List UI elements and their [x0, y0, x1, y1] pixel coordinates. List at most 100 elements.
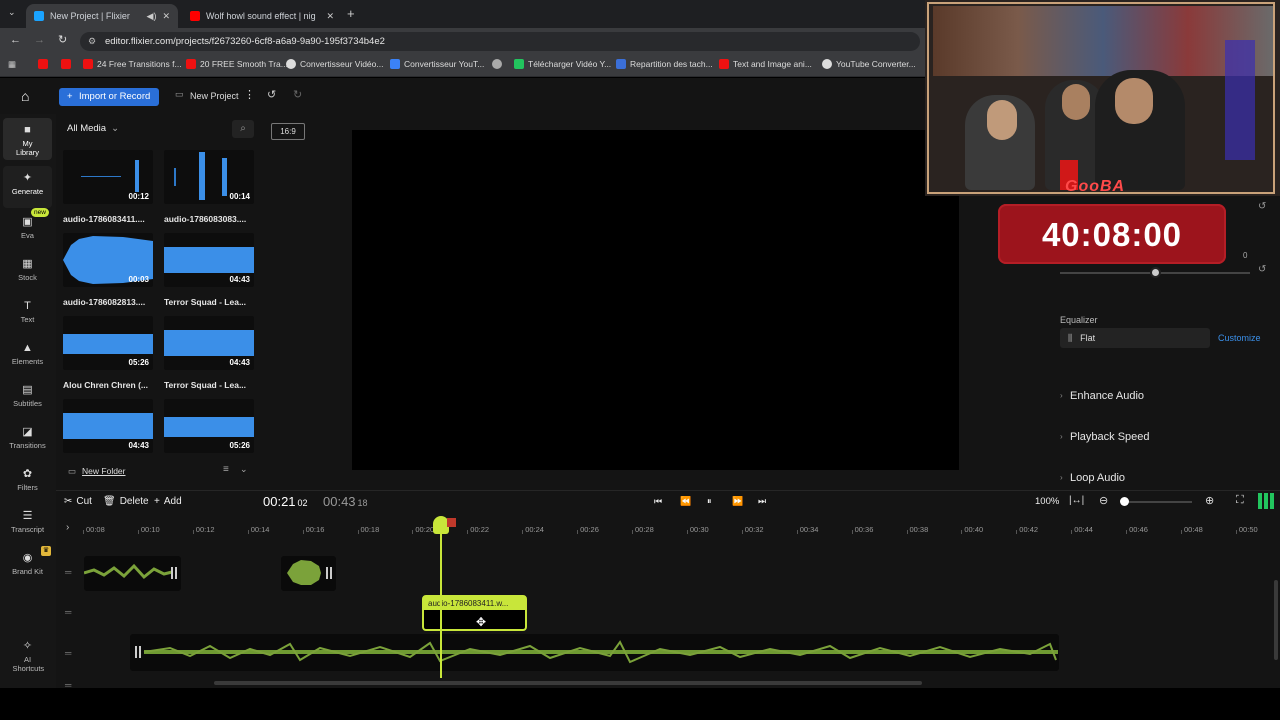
enhance-audio-section[interactable]: Enhance Audio	[1070, 390, 1144, 402]
video-preview-canvas[interactable]	[352, 130, 959, 470]
audio-clip[interactable]	[84, 556, 181, 591]
zoom-slider-track[interactable]	[1122, 501, 1192, 503]
bookmark-item[interactable]: Convertisseur Vidéo...	[286, 59, 383, 69]
forward-icon[interactable]: →	[34, 34, 45, 46]
zoom-slider-handle[interactable]	[1120, 497, 1129, 506]
bookmark-item[interactable]: YouTube Converter...	[822, 59, 916, 69]
project-name[interactable]: New Project	[190, 91, 239, 101]
volume-slider-handle[interactable]	[1150, 267, 1161, 278]
timeline-horizontal-scrollbar[interactable]	[214, 681, 922, 685]
sidebar-item-transitions[interactable]: ◪ Transitions	[3, 420, 52, 462]
bookmark-item[interactable]: Repartition des tach...	[616, 59, 713, 69]
new-tab-icon[interactable]: +	[347, 6, 355, 21]
tab-close-icon[interactable]: ✕	[162, 11, 170, 22]
aspect-ratio-button[interactable]: 16:9	[271, 123, 305, 140]
search-icon[interactable]: ⌕	[232, 120, 254, 138]
tab-wolf-howl[interactable]: Wolf howl sound effect | night ✕	[182, 4, 342, 28]
customize-link[interactable]: Customize	[1218, 333, 1261, 343]
audio-clip[interactable]	[281, 556, 336, 591]
bookmark-item[interactable]: Text and Image ani...	[719, 59, 812, 69]
person-face	[1115, 78, 1153, 124]
fit-timeline-icon[interactable]: |↔|	[1069, 495, 1084, 506]
rewind-icon[interactable]: ⏪	[680, 496, 691, 507]
bookmark-item[interactable]: 24 Free Transitions f...	[83, 59, 182, 69]
reload-icon[interactable]: ↻	[58, 33, 67, 46]
media-thumb[interactable]: 04:43	[63, 399, 153, 453]
media-thumb[interactable]: 00:03	[63, 233, 153, 287]
bookmark-youtube-icon[interactable]	[38, 59, 48, 69]
redo-icon[interactable]: ↻	[293, 88, 302, 101]
tab-flixier[interactable]: New Project | Flixier ◀) ✕	[26, 4, 178, 28]
timeline-tick-mark	[1126, 530, 1128, 534]
add-button[interactable]: + Add	[154, 496, 182, 507]
selected-audio-clip[interactable]: audio-1786083411.w... ✥	[422, 595, 527, 631]
undo-icon[interactable]: ↺	[267, 88, 276, 101]
media-thumb[interactable]: 04:43	[164, 233, 254, 287]
import-or-record-button[interactable]: + Import or Record	[59, 88, 159, 106]
timeline-tick-label: 00:46	[1129, 525, 1148, 534]
track-handle-icon[interactable]: ═	[65, 648, 71, 658]
cut-button[interactable]: ✂ Cut	[64, 496, 92, 507]
bookmark-youtube-icon[interactable]	[61, 59, 71, 69]
media-thumb[interactable]: 05:26	[164, 399, 254, 453]
zoom-out-icon[interactable]: ⊖	[1099, 494, 1108, 507]
sidebar-item-filters[interactable]: ✿ Filters	[3, 462, 52, 504]
track-handle-icon[interactable]: ═	[65, 567, 71, 577]
sidebar-item-transcript[interactable]: ☰ Transcript	[3, 504, 52, 546]
current-time: 00:21 02	[263, 494, 308, 509]
media-thumb[interactable]: 05:26	[63, 316, 153, 370]
media-thumb[interactable]: 00:14	[164, 150, 254, 204]
skip-start-icon[interactable]: ⏮	[654, 496, 662, 507]
sidebar-item-generate[interactable]: ✦ Generate	[3, 166, 52, 208]
url-field[interactable]: ⚙ editor.flixier.com/projects/f2673260-6…	[80, 32, 920, 51]
sidebar-item-text[interactable]: T Text	[3, 294, 52, 336]
bookmark-item[interactable]: Télécharger Vidéo Y...	[514, 59, 611, 69]
chevron-right-icon[interactable]: ›	[66, 522, 69, 533]
tab-close-icon[interactable]: ✕	[326, 11, 334, 22]
sidebar-item-elements[interactable]: ▲ Elements	[3, 336, 52, 378]
new-folder-button[interactable]: ▭ New Folder	[68, 466, 126, 477]
bookmark-globe-icon[interactable]	[492, 59, 502, 69]
site-info-icon[interactable]: ⚙	[88, 32, 96, 51]
media-filter-dropdown[interactable]: All Media ⌄	[67, 123, 119, 134]
sidebar-item-stock[interactable]: ▦ Stock	[3, 252, 52, 294]
audio-clip-long[interactable]	[130, 634, 1059, 671]
media-thumb[interactable]: 04:43	[164, 316, 254, 370]
timeline-vertical-scrollbar[interactable]	[1274, 580, 1278, 660]
transitions-icon: ◪	[22, 426, 33, 438]
reset-icon[interactable]: ↺	[1258, 201, 1266, 212]
tab-list-chevron-icon[interactable]: ⌄	[8, 7, 16, 18]
track-handle-icon[interactable]: ═	[65, 607, 71, 617]
playhead[interactable]	[440, 518, 442, 678]
fullscreen-icon[interactable]: ⛶	[1236, 494, 1244, 507]
speaker-icon[interactable]: ◀)	[147, 11, 157, 22]
media-thumb[interactable]: 00:12	[63, 150, 153, 204]
project-menu-icon[interactable]: ⋮	[244, 88, 255, 101]
loop-audio-section[interactable]: Loop Audio	[1070, 472, 1125, 484]
reset-icon[interactable]: ↺	[1258, 264, 1266, 275]
timeline-tick-label: 00:12	[195, 525, 215, 534]
playback-speed-section[interactable]: Playback Speed	[1070, 431, 1150, 443]
pause-icon[interactable]: ⏸	[707, 496, 712, 507]
move-cursor-icon: ✥	[476, 615, 487, 629]
sidebar-item-brand-kit[interactable]: ◉ Brand Kit ♛	[3, 546, 52, 588]
zoom-in-icon[interactable]: ⊕	[1205, 494, 1214, 507]
sidebar-item-eva[interactable]: ▣ Eva new	[3, 208, 52, 252]
sidebar-item-my-library[interactable]: ■ My Library	[3, 118, 52, 160]
back-icon[interactable]: ←	[10, 34, 21, 46]
chevron-right-icon: ›	[1060, 391, 1063, 400]
fast-forward-icon[interactable]: ⏩	[732, 496, 743, 507]
timer-text: 40:08:00	[1041, 216, 1183, 253]
sidebar-item-ai-shortcuts[interactable]: ✧ AI Shortcuts	[3, 634, 52, 676]
bookmark-item[interactable]: Convertisseur YouT...	[390, 59, 484, 69]
skip-end-icon[interactable]: ⏭	[758, 496, 766, 507]
sort-icon[interactable]: ≡	[223, 464, 229, 475]
bookmark-item[interactable]: 20 FREE Smooth Tra...	[186, 59, 288, 69]
equalizer-select[interactable]: ⫼ Flat	[1060, 328, 1210, 348]
apps-icon[interactable]: ▦	[8, 59, 16, 70]
delete-button[interactable]: 🗑 Delete	[103, 496, 149, 507]
wall-decor	[933, 6, 1273, 76]
sidebar-item-subtitles[interactable]: ▤ Subtitles	[3, 378, 52, 420]
chevron-down-icon[interactable]: ⌄	[240, 464, 248, 475]
home-icon[interactable]: ⌂	[21, 88, 29, 104]
